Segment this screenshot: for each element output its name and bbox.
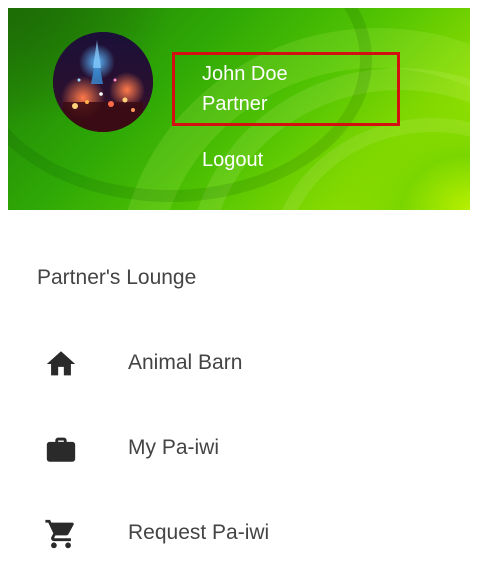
menu-item-label: My Pa-iwi xyxy=(128,436,220,459)
home-icon xyxy=(44,347,78,381)
navigation-drawer: John Doe Partner Logout Partner's Lounge… xyxy=(0,0,478,564)
menu-item-request-pa-iwi[interactable]: Request Pa-iwi xyxy=(0,503,478,563)
menu-item-my-pa-iwi[interactable]: My Pa-iwi xyxy=(0,418,478,478)
section-title: Partner's Lounge xyxy=(37,266,197,289)
briefcase-icon xyxy=(44,432,78,466)
menu-item-label: Request Pa-iwi xyxy=(128,521,270,544)
menu-item-animal-barn[interactable]: Animal Barn xyxy=(0,333,478,393)
menu-item-label: Animal Barn xyxy=(128,351,243,374)
user-role: Partner xyxy=(202,93,268,115)
logout-link[interactable]: Logout xyxy=(202,148,263,172)
user-name: John Doe xyxy=(202,63,288,85)
user-avatar[interactable] xyxy=(53,32,153,132)
cart-icon xyxy=(44,517,78,551)
